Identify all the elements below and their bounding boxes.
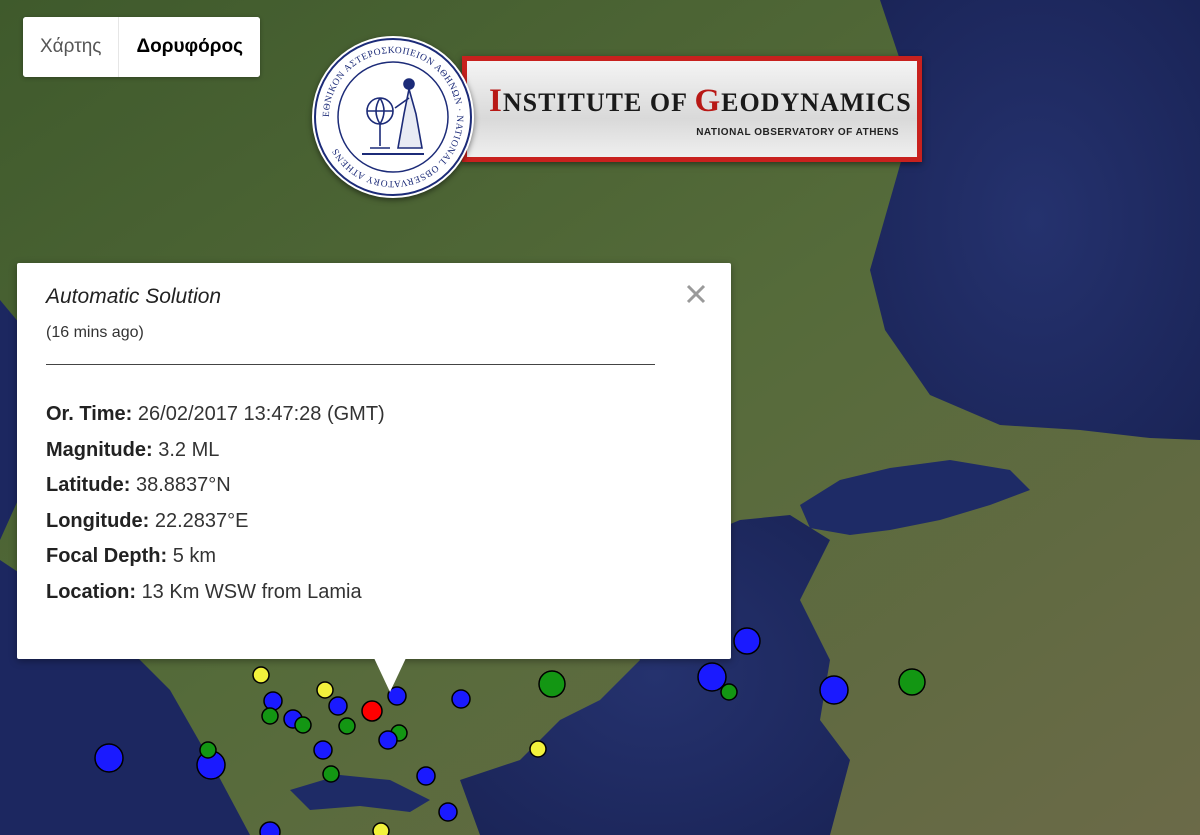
field-value: 38.8837°N	[136, 474, 231, 496]
quake-marker[interactable]	[372, 822, 390, 835]
field-location: Location: 13 Km WSW from Lamia	[46, 575, 385, 611]
quake-marker[interactable]	[416, 766, 436, 786]
popup-title: Automatic Solution	[46, 285, 222, 308]
logo-title-initial: G	[694, 83, 722, 119]
popup-tail	[374, 658, 406, 692]
field-value: 26/02/2017 13:47:28 (GMT)	[137, 403, 385, 425]
logo-title-part: EODYNAMICS	[721, 88, 912, 117]
logo-subtitle: NATIONAL OBSERVATORY OF ATHENS	[696, 127, 899, 138]
quake-marker[interactable]	[819, 675, 849, 705]
quake-marker[interactable]	[733, 627, 761, 655]
quake-marker[interactable]	[263, 691, 283, 711]
field-focal-depth: Focal Depth: 5 km	[46, 539, 385, 575]
field-label: Or. Time:	[46, 403, 133, 425]
quake-marker[interactable]	[538, 670, 566, 698]
map-type-map-button[interactable]: Χάρτης	[23, 17, 119, 77]
institute-logo: INSTITUTE OF GEODYNAMICS NATIONAL OBSERV…	[312, 36, 922, 198]
field-label: Location:	[46, 580, 136, 603]
quake-marker[interactable]	[313, 740, 333, 760]
quake-marker[interactable]	[252, 666, 270, 684]
field-magnitude: Magnitude: 3.2 ML	[46, 433, 385, 469]
quake-marker[interactable]	[378, 730, 398, 750]
quake-marker[interactable]	[438, 802, 458, 822]
field-label: Latitude:	[46, 474, 131, 496]
field-latitude: Latitude: 38.8837°N	[46, 468, 385, 504]
quake-marker[interactable]	[199, 741, 217, 759]
quake-marker[interactable]	[316, 681, 334, 699]
logo-banner: INSTITUTE OF GEODYNAMICS NATIONAL OBSERV…	[462, 56, 922, 162]
popup-close-button[interactable]	[683, 281, 709, 307]
quake-marker[interactable]	[720, 683, 738, 701]
field-value: 5 km	[172, 545, 217, 567]
field-value: 22.2837°E	[154, 509, 249, 532]
field-origin-time: Or. Time: 26/02/2017 13:47:28 (GMT)	[46, 397, 385, 433]
quake-marker[interactable]	[259, 821, 281, 835]
quake-marker[interactable]	[898, 668, 926, 696]
quake-details: Or. Time: 26/02/2017 13:47:28 (GMT) Magn…	[46, 397, 385, 610]
field-label: Focal Depth:	[46, 545, 168, 567]
observatory-seal-icon: ΕΘΝΙΚΟΝ ΑΣΤΕΡΟΣΚΟΠΕΙΟΝ ΑΘΗΝΩΝ · NATIONAL…	[312, 36, 474, 198]
field-value: 13 Km WSW from Lamia	[141, 580, 362, 603]
map-type-satellite-button[interactable]: Δορυφόρος	[119, 17, 260, 77]
field-value: 3.2 ML	[158, 438, 220, 461]
quake-marker[interactable]	[328, 696, 348, 716]
quake-marker[interactable]	[322, 765, 340, 783]
map-type-control: Χάρτης Δορυφόρος	[23, 17, 260, 77]
quake-marker[interactable]	[94, 743, 124, 773]
quake-marker[interactable]	[451, 689, 471, 709]
quake-marker[interactable]	[261, 707, 279, 725]
field-label: Longitude:	[46, 509, 150, 532]
close-icon	[686, 284, 706, 304]
earthquake-info-popup: Automatic Solution (16 mins ago) Or. Tim…	[17, 263, 731, 692]
field-longitude: Longitude: 22.2837°E	[46, 504, 385, 540]
quake-marker[interactable]	[697, 662, 727, 692]
quake-marker[interactable]	[338, 717, 356, 735]
field-label: Magnitude:	[46, 438, 153, 461]
logo-title: INSTITUTE OF GEODYNAMICS	[489, 83, 912, 120]
quake-marker[interactable]	[294, 716, 312, 734]
logo-title-initial: I	[489, 83, 503, 119]
popup-divider	[46, 364, 655, 365]
selected-quake-marker[interactable]	[361, 700, 383, 722]
quake-marker[interactable]	[529, 740, 547, 758]
popup-time-ago: (16 mins ago)	[46, 324, 144, 341]
logo-title-part: NSTITUTE OF	[502, 88, 695, 117]
